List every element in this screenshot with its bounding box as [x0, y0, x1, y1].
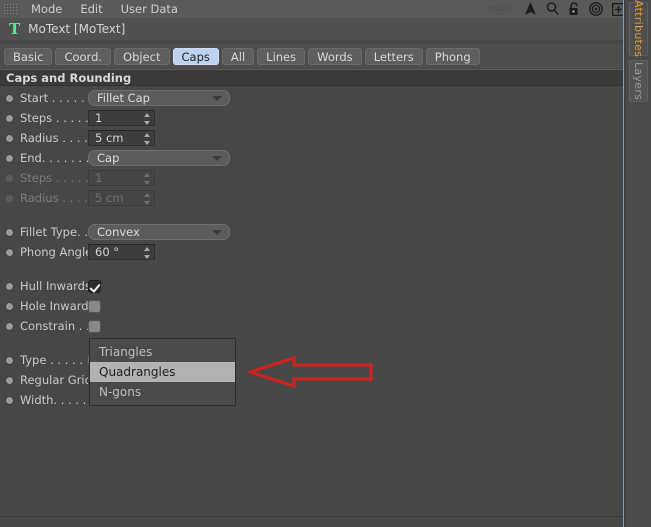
input-steps-2: 1 — [88, 170, 155, 186]
label-radius-1: Radius . . . . . — [20, 131, 88, 145]
tab-letters[interactable]: Letters — [364, 47, 423, 65]
label-constrain: Constrain . . . — [20, 319, 88, 333]
parameter-dot-icon[interactable] — [5, 227, 14, 237]
spinner-icon — [143, 173, 150, 185]
property-row-radius-1[interactable]: Radius . . . . . 5 cm — [0, 128, 624, 148]
menu-mode[interactable]: Mode — [23, 1, 70, 17]
parameter-dot-icon[interactable] — [5, 247, 14, 257]
label-width: Width. . . . . . — [20, 393, 88, 407]
side-tab-rail-inner: Attributes Layers — [626, 0, 651, 527]
page-title: MoText [MoText] — [28, 22, 126, 36]
tab-lines[interactable]: Lines — [257, 47, 306, 65]
wireframe-icon — [485, 2, 515, 16]
label-steps-1: Steps . . . . . . — [20, 111, 88, 125]
dropdown-fillet-type[interactable]: Convex — [88, 224, 230, 240]
parameter-dot-icon — [5, 193, 14, 203]
parameter-dot-icon[interactable] — [5, 301, 14, 311]
tab-object[interactable]: Object — [114, 47, 170, 65]
dropdown-option-quadrangles[interactable]: Quadrangles — [90, 362, 235, 382]
dropdown-option-triangles[interactable]: Triangles — [90, 342, 235, 362]
property-row-steps-1[interactable]: Steps . . . . . . 1 — [0, 108, 624, 128]
parameter-dot-icon[interactable] — [5, 153, 14, 163]
property-row-end[interactable]: End. . . . . . . . Cap — [0, 148, 624, 168]
property-row-phong-angle[interactable]: Phong Angle 60 ° — [0, 242, 624, 262]
chevron-down-icon — [212, 96, 222, 101]
unlock-icon[interactable] — [568, 2, 580, 16]
property-row-hull-inwards[interactable]: Hull Inwards — [0, 276, 624, 296]
checkbox-constrain[interactable] — [88, 319, 101, 333]
input-steps-1[interactable]: 1 — [88, 110, 155, 126]
side-tab-attributes[interactable]: Attributes — [629, 0, 648, 58]
label-radius-2: Radius . . . . . — [20, 191, 88, 205]
input-radius-2: 5 cm — [88, 190, 155, 206]
parameter-dot-icon[interactable] — [5, 321, 14, 331]
chevron-down-icon — [212, 230, 222, 235]
label-fillet-type: Fillet Type. . . — [20, 225, 88, 239]
chevron-down-icon — [212, 156, 222, 161]
spinner-icon[interactable] — [143, 113, 150, 125]
label-phong-angle: Phong Angle — [20, 245, 88, 259]
label-hole-inwards: Hole Inwards — [20, 299, 88, 313]
menu-user-data[interactable]: User Data — [113, 1, 186, 17]
parameter-dot-icon — [5, 173, 14, 183]
dropdown-end[interactable]: Cap — [88, 150, 230, 166]
parameter-dot-icon[interactable] — [5, 355, 14, 365]
search-icon[interactable] — [546, 2, 559, 16]
attribute-tab-bar: Basic Coord. Object Caps All Lines Words… — [0, 44, 624, 68]
label-regular-grid: Regular Grid — [20, 373, 88, 387]
panel-bottom-edge — [0, 516, 624, 517]
dropdown-menu-type: Triangles Quadrangles N-gons — [89, 338, 236, 406]
drag-grip-icon[interactable] — [3, 3, 17, 15]
property-row-fillet-type[interactable]: Fillet Type. . . Convex — [0, 222, 624, 242]
menu-bar: Mode Edit User Data — [0, 0, 651, 19]
parameter-dot-icon[interactable] — [5, 395, 14, 405]
checkbox-hull-inwards[interactable] — [88, 279, 101, 293]
label-start: Start . . . . . . . — [20, 91, 88, 105]
property-row-hole-inwards[interactable]: Hole Inwards — [0, 296, 624, 316]
property-row-radius-2: Radius . . . . . 5 cm — [0, 188, 624, 208]
menu-bar-icon-group — [485, 0, 625, 18]
application-window: Mode Edit User Data T MoText [MoText] Ba… — [0, 0, 651, 527]
tab-phong[interactable]: Phong — [425, 47, 480, 65]
label-hull-inwards: Hull Inwards — [20, 279, 88, 293]
parameter-dot-icon[interactable] — [5, 133, 14, 143]
parameter-dot-icon[interactable] — [5, 281, 14, 291]
input-phong-angle[interactable]: 60 ° — [88, 244, 155, 260]
menu-edit[interactable]: Edit — [72, 1, 110, 17]
spinner-icon[interactable] — [143, 247, 150, 259]
label-type: Type . . . . . . . — [20, 353, 88, 367]
label-end: End. . . . . . . . — [20, 151, 88, 165]
spinner-icon — [143, 193, 150, 205]
row-spacer — [0, 208, 624, 222]
parameter-dot-icon[interactable] — [5, 113, 14, 123]
side-tab-layers-label: Layers — [632, 61, 645, 101]
spinner-icon[interactable] — [143, 133, 150, 145]
object-title-bar: T MoText [MoText] — [0, 18, 624, 40]
input-radius-1[interactable]: 5 cm — [88, 130, 155, 146]
row-spacer — [0, 262, 624, 276]
property-row-steps-2: Steps . . . . . . 1 — [0, 168, 624, 188]
parameter-dot-icon[interactable] — [5, 93, 14, 103]
dropdown-start[interactable]: Fillet Cap — [88, 90, 230, 106]
motext-t-icon: T — [9, 19, 21, 38]
tab-caps[interactable]: Caps — [172, 47, 219, 65]
parameter-dot-icon[interactable] — [5, 375, 14, 385]
side-tab-attributes-label: Attributes — [632, 0, 645, 58]
label-steps-2: Steps . . . . . . — [20, 171, 88, 185]
red-pointer-arrow — [244, 355, 374, 392]
tab-basic[interactable]: Basic — [4, 47, 53, 65]
cursor-arrow-icon[interactable] — [524, 2, 537, 16]
group-header-caps-and-rounding: Caps and Rounding — [0, 69, 624, 86]
tab-coord[interactable]: Coord. — [55, 47, 112, 65]
side-tab-rail: Attributes Layers — [623, 0, 651, 527]
checkbox-hole-inwards[interactable] — [88, 299, 101, 313]
tab-words[interactable]: Words — [308, 47, 362, 65]
target-icon[interactable] — [589, 2, 603, 16]
property-row-start[interactable]: Start . . . . . . . Fillet Cap — [0, 88, 624, 108]
property-row-constrain[interactable]: Constrain . . . — [0, 316, 624, 336]
side-tab-layers[interactable]: Layers — [629, 60, 648, 102]
dropdown-option-n-gons[interactable]: N-gons — [90, 382, 235, 402]
tab-all[interactable]: All — [221, 47, 255, 65]
